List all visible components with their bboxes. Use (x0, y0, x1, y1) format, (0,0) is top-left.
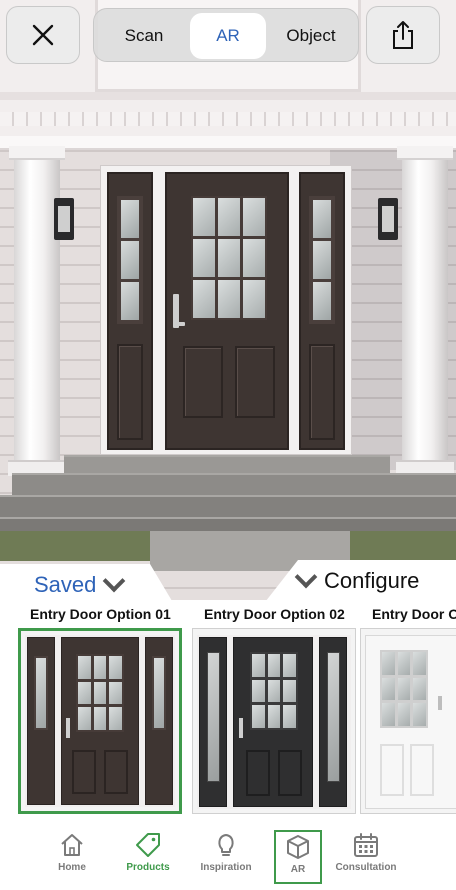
tab-ar[interactable]: AR (274, 830, 322, 884)
tab-inspiration[interactable]: Inspiration (188, 830, 264, 884)
saved-label: Saved (34, 572, 97, 597)
saved-toggle[interactable]: Saved (34, 569, 126, 598)
home-icon (61, 834, 83, 856)
left-porch-column (8, 146, 66, 476)
tab-label: Home (58, 862, 86, 873)
share-icon (393, 21, 413, 49)
cube-icon (287, 835, 309, 859)
configure-tab[interactable]: Configure (262, 560, 456, 606)
door-option-card[interactable]: Entry Door Option 02 (192, 606, 356, 814)
right-porch-column (396, 146, 454, 476)
right-sidelite (299, 172, 345, 450)
main-door-slab (165, 172, 289, 450)
middle-step (12, 473, 456, 495)
top-step (64, 455, 390, 473)
door-option-thumbnail[interactable] (192, 628, 356, 814)
mode-object[interactable]: Object (266, 13, 356, 59)
ar-camera-view[interactable] (0, 0, 456, 600)
saved-tab[interactable]: Saved (0, 564, 175, 606)
door-option-title: Entry Door Option 01 (30, 606, 171, 622)
door-option-card[interactable]: Entry Door Option 03 (360, 606, 456, 814)
tab-products[interactable]: Products (110, 830, 186, 884)
configure-toggle[interactable]: Configure (294, 565, 420, 594)
chevron-down-icon (103, 569, 126, 593)
left-wall-lamp (54, 198, 74, 240)
share-button[interactable] (366, 6, 440, 64)
tab-label: Inspiration (200, 862, 252, 873)
door-option-title: Entry Door Option 03 (372, 606, 456, 622)
mode-segmented-control: Scan AR Object (93, 8, 359, 62)
bottom-step (0, 517, 456, 531)
tab-consultation[interactable]: Consultation (328, 830, 404, 884)
close-button[interactable] (6, 6, 80, 64)
chevron-down-icon (294, 565, 318, 589)
configure-label: Configure (324, 568, 420, 593)
tab-home[interactable]: Home (34, 830, 110, 884)
lightbulb-icon (218, 834, 234, 856)
calendar-icon (354, 833, 378, 857)
left-sidelite (107, 172, 153, 450)
ar-door-preview[interactable] (100, 165, 352, 455)
tab-label: Consultation (335, 862, 397, 873)
mode-ar[interactable]: AR (190, 13, 266, 59)
tab-label: AR (290, 864, 306, 875)
door-option-title: Entry Door Option 02 (204, 606, 345, 622)
ar-app: Scan AR Object Saved Configure Entry Doo… (0, 0, 456, 890)
tab-label: Products (126, 862, 170, 873)
lower-step (0, 495, 456, 517)
door-option-thumbnail[interactable] (18, 628, 182, 814)
mode-scan[interactable]: Scan (98, 13, 190, 59)
door-option-card[interactable]: Entry Door Option 01 (18, 606, 182, 814)
close-icon (32, 24, 54, 46)
right-wall-lamp (378, 198, 398, 240)
bottom-tab-bar: Home Products Inspiration AR Consultatio… (0, 826, 456, 890)
door-option-thumbnail[interactable] (360, 628, 456, 814)
tag-icon (136, 833, 160, 857)
